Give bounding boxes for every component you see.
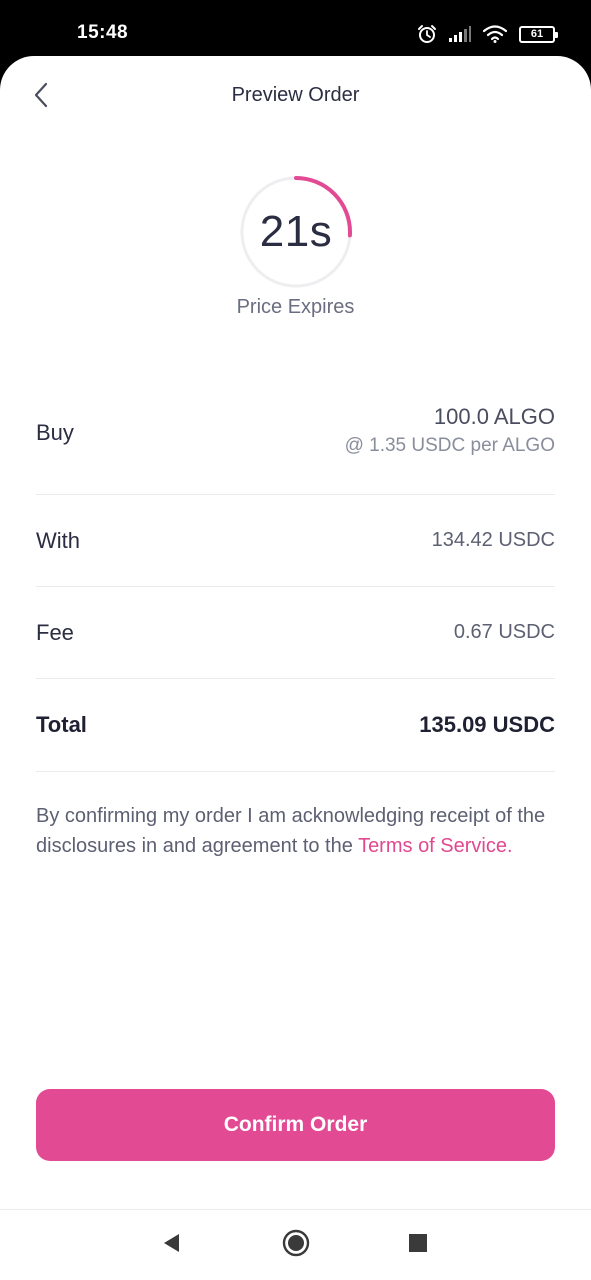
nav-recents-button[interactable] (403, 1230, 433, 1260)
total-value: 135.09 USDC (419, 712, 555, 737)
terms-of-service-link[interactable]: Terms of Service (358, 835, 507, 857)
alarm-icon (417, 24, 437, 44)
nav-recents-icon (408, 1233, 428, 1258)
disclosure-text: By confirming my order I am acknowledgin… (36, 801, 555, 861)
buy-amount: 100.0 ALGO (433, 404, 555, 429)
wifi-icon (483, 25, 507, 43)
nav-back-icon (161, 1232, 181, 1259)
preview-order-sheet: Preview Order 21s Price Expires Buy 100.… (0, 56, 591, 1280)
with-value: 134.42 USDC (431, 529, 555, 551)
page-title: Preview Order (231, 84, 360, 106)
timer-label: Price Expires (236, 296, 355, 318)
status-time: 15:48 (77, 22, 129, 43)
nav-back-button[interactable] (156, 1230, 186, 1260)
with-label: With (36, 528, 80, 553)
nav-home-button[interactable] (281, 1229, 311, 1262)
price-timer: 21s (239, 175, 353, 289)
fee-row: Fee 0.67 USDC (36, 587, 555, 679)
total-label: Total (36, 712, 87, 737)
with-row: With 134.42 USDC (36, 495, 555, 587)
fee-label: Fee (36, 620, 74, 645)
timer-value: 21s (259, 207, 333, 256)
battery-icon: 61 (519, 25, 558, 43)
confirm-order-button[interactable]: Confirm Order (36, 1089, 555, 1161)
nav-home-icon (282, 1229, 310, 1262)
buy-label: Buy (36, 420, 74, 445)
buy-row: Buy 100.0 ALGO @ 1.35 USDC per ALGO (36, 386, 555, 495)
status-icons: 61 (417, 22, 558, 46)
status-bar: 15:48 61 (0, 0, 591, 56)
battery-level: 61 (530, 27, 544, 40)
signal-icon (449, 26, 471, 42)
disclosure-suffix: . (507, 835, 513, 857)
fee-value: 0.67 USDC (453, 621, 555, 643)
system-nav-bar (0, 1209, 591, 1280)
total-row: Total 135.09 USDC (36, 679, 555, 772)
buy-rate: @ 1.35 USDC per ALGO (344, 435, 555, 456)
